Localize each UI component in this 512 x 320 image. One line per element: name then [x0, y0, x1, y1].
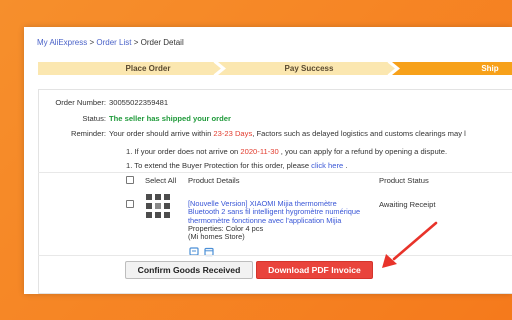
arrow-pointer-icon: [382, 221, 438, 268]
order-detail-panel: My AliExpress > Order List > Order Detai…: [24, 27, 512, 294]
